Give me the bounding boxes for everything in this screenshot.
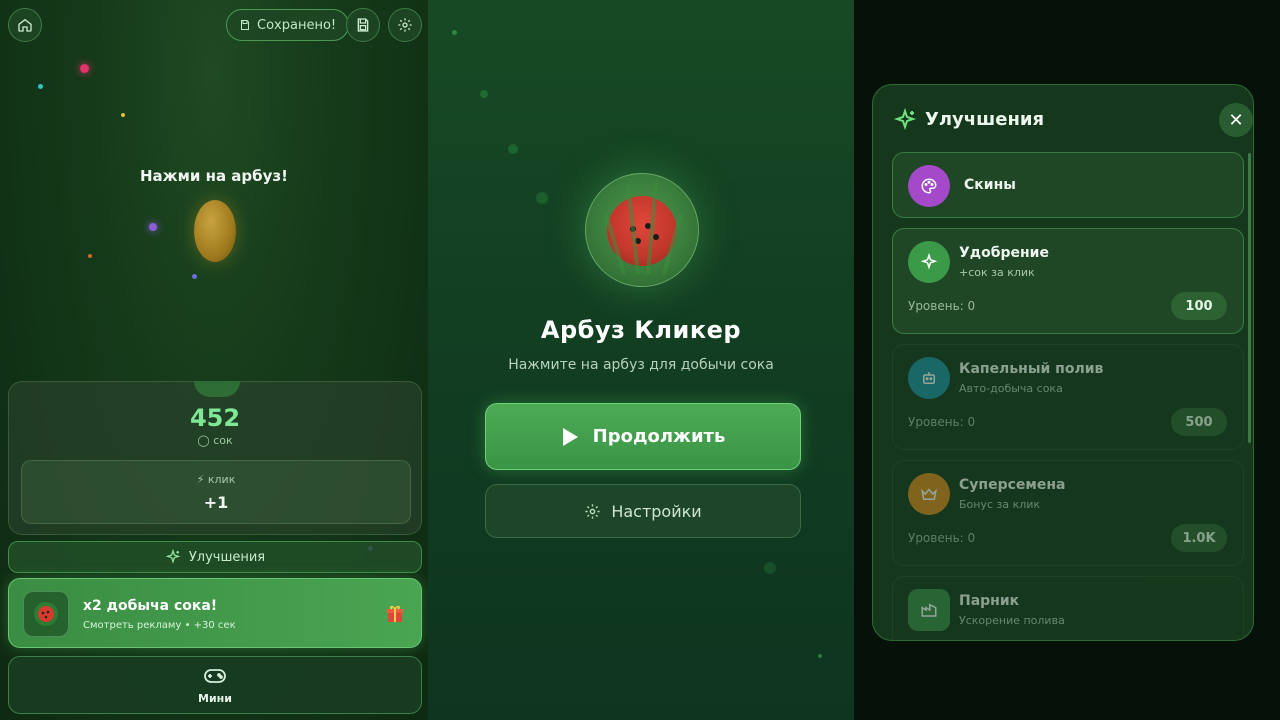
upgrade-name: Капельный полив <box>959 361 1104 377</box>
main-menu: Арбуз Кликер Нажмите на арбуз для добычи… <box>428 0 854 720</box>
palette-icon <box>908 165 950 207</box>
sparkles-icon <box>908 241 950 283</box>
particle <box>480 90 488 98</box>
robot-icon <box>908 357 950 399</box>
juice-counter: 452 <box>189 404 241 432</box>
particle <box>80 64 89 73</box>
upgrade-level: Уровень: 0 <box>908 531 976 545</box>
mini-label: Мини <box>198 692 232 705</box>
game-screen: Сохранено! Нажми на арбуз! 452 ◯ сок ⚡ к… <box>0 0 428 720</box>
upgrade-level: Уровень: 0 <box>908 415 976 429</box>
ad-subtitle: Смотреть рекламу • +30 сек <box>83 620 236 631</box>
upgrade-item-super-seeds[interactable]: Суперсемена Бонус за клик Уровень: 0 1.0… <box>892 460 1244 566</box>
particle <box>192 274 197 279</box>
tap-hint: Нажми на арбуз! <box>140 167 288 185</box>
gamepad-icon <box>204 669 226 683</box>
sparkles-icon <box>165 549 181 564</box>
scrollbar[interactable] <box>1248 153 1251 443</box>
mini-games-button[interactable]: Мини <box>8 656 422 714</box>
menu-settings-button[interactable]: Настройки <box>485 484 801 538</box>
game-subtitle: Нажмите на арбуз для добычи сока <box>508 357 774 373</box>
stats-card: 452 ◯ сок ⚡ клик +1 <box>8 381 422 535</box>
ad-title: x2 добыча сока! <box>83 598 218 614</box>
particle <box>38 84 43 89</box>
click-power-box: ⚡ клик +1 <box>21 460 411 524</box>
continue-label: Продолжить <box>592 426 726 447</box>
save-button[interactable] <box>346 8 380 42</box>
watermelon-logo <box>585 173 699 287</box>
close-button[interactable]: ✕ <box>1219 103 1253 137</box>
upgrades-button[interactable]: Улучшения <box>8 541 422 573</box>
click-value: +1 <box>203 493 229 512</box>
particle <box>149 223 157 231</box>
click-label-row: ⚡ клик <box>22 473 410 486</box>
particle <box>452 30 457 35</box>
particle <box>508 144 518 154</box>
game-title: Арбуз Кликер <box>540 316 742 344</box>
upgrade-desc: Ускорение полива <box>959 614 1065 627</box>
upgrades-label: Улучшения <box>188 549 266 565</box>
continue-button[interactable]: Продолжить <box>485 403 801 470</box>
home-icon <box>18 18 32 32</box>
juice-unit: ◯ сок <box>9 434 421 447</box>
upgrade-buy-button[interactable]: 1.0K <box>1171 524 1227 552</box>
upgrade-item-skins[interactable]: Скины <box>892 152 1244 218</box>
save-icon <box>241 20 249 30</box>
upgrade-item-greenhouse[interactable]: Парник Ускорение полива <box>892 576 1244 640</box>
close-icon: ✕ <box>1228 109 1244 131</box>
gift-icon <box>385 604 405 628</box>
gear-icon <box>585 503 600 519</box>
sparkles-icon <box>893 108 917 131</box>
modal-title: Улучшения <box>925 109 1045 130</box>
save-icon <box>357 18 369 32</box>
upgrade-item-drip-irrigation[interactable]: Капельный полив Авто-добыча сока Уровень… <box>892 344 1244 450</box>
drop-icon: ◯ <box>197 434 210 447</box>
click-label: клик <box>207 473 236 486</box>
upgrade-name: Суперсемена <box>959 477 1066 493</box>
upgrade-level: Уровень: 0 <box>908 299 976 313</box>
saved-label: Сохранено! <box>257 17 337 33</box>
upgrades-modal: Улучшения ✕ Скины Удобрение +сок за клик… <box>872 84 1254 641</box>
upgrades-screen: Улучшения ✕ Скины Удобрение +сок за клик… <box>854 0 1280 720</box>
upgrade-desc: +сок за клик <box>959 266 1035 279</box>
upgrade-buy-button[interactable]: 100 <box>1171 292 1227 320</box>
upgrade-name: Скины <box>964 177 1016 193</box>
particle <box>88 254 92 258</box>
factory-icon <box>908 589 950 631</box>
upgrade-name: Удобрение <box>959 245 1049 261</box>
watermelon-icon <box>23 591 69 637</box>
crown-icon <box>908 473 950 515</box>
lightning-icon: ⚡ <box>196 473 205 486</box>
upgrade-item-fertilizer[interactable]: Удобрение +сок за клик Уровень: 0 100 <box>892 228 1244 334</box>
play-icon <box>562 427 578 446</box>
home-button[interactable] <box>8 8 42 42</box>
saved-button[interactable]: Сохранено! <box>226 9 350 41</box>
particle <box>818 654 822 658</box>
upgrade-name: Парник <box>959 593 1020 609</box>
juice-bowl <box>194 381 240 397</box>
particle <box>536 192 548 204</box>
watermelon-seed[interactable] <box>194 200 236 262</box>
upgrade-desc: Бонус за клик <box>959 498 1041 511</box>
gear-icon <box>398 18 412 32</box>
upgrade-buy-button[interactable]: 500 <box>1171 408 1227 436</box>
particle <box>764 562 776 574</box>
settings-button[interactable] <box>388 8 422 42</box>
particle <box>121 113 125 117</box>
settings-label: Настройки <box>611 501 702 521</box>
upgrade-desc: Авто-добыча сока <box>959 382 1063 395</box>
ad-bonus-card[interactable]: x2 добыча сока! Смотреть рекламу • +30 с… <box>8 578 422 648</box>
juice-unit-label: сок <box>213 434 233 447</box>
